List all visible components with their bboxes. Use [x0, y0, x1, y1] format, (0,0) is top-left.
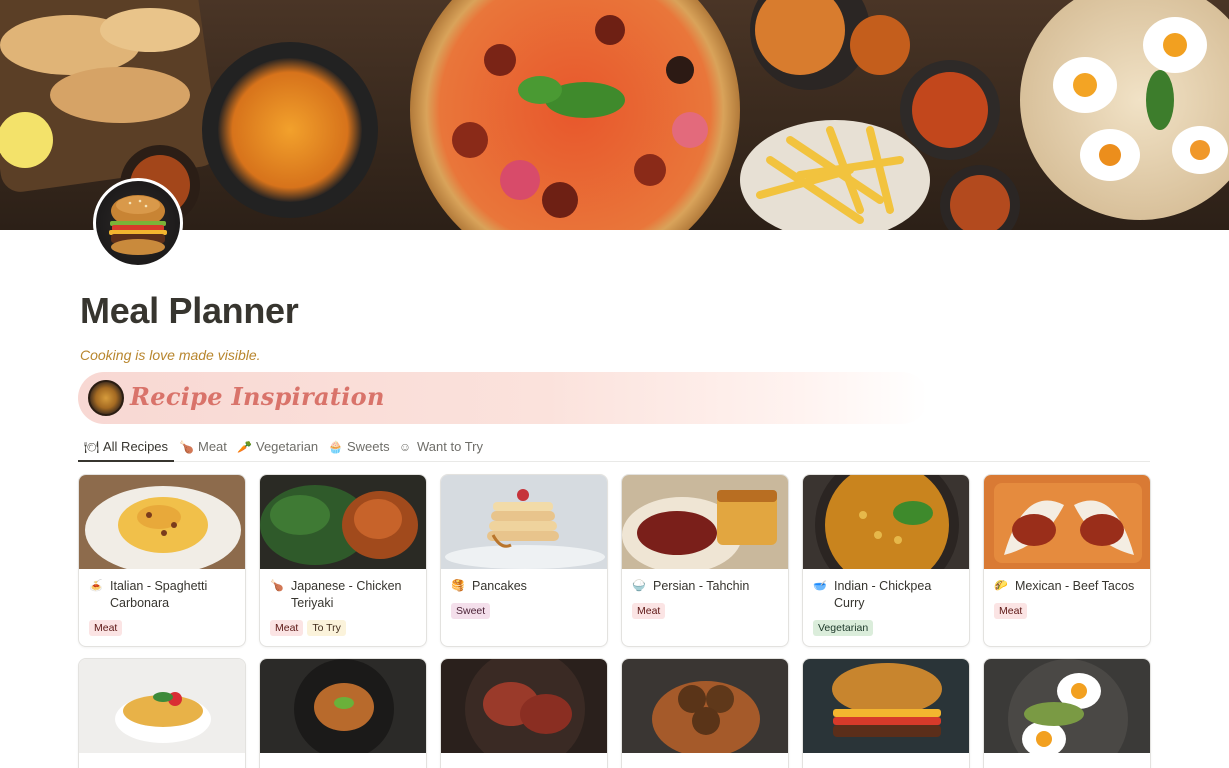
tab-label: Want to Try	[417, 439, 483, 454]
tag-sweet: Sweet	[451, 603, 491, 619]
recipe-emoji-icon: 🥣	[813, 580, 827, 592]
recipe-card[interactable]	[440, 658, 608, 768]
recipe-emoji-icon: 🌮	[994, 580, 1008, 592]
recipe-title: Italian - Spaghetti Carbonara	[110, 579, 208, 610]
recipe-cover-image	[622, 659, 788, 753]
recipe-cover-image	[260, 475, 426, 569]
cover-image	[0, 0, 1229, 230]
tag-vegetarian: Vegetarian	[813, 620, 874, 636]
recipe-card[interactable]: 🍝 Italian - Spaghetti Carbonara Meat	[78, 474, 246, 647]
recipe-cover-image	[622, 475, 788, 569]
tab-label: Sweets	[347, 439, 390, 454]
recipe-card[interactable]: 🥣 Indian - Chickpea Curry Vegetarian	[802, 474, 970, 647]
recipe-title: Persian - Tahchin	[653, 579, 750, 593]
recipe-inspiration-callout: Recipe Inspiration	[78, 372, 928, 424]
cover-banner	[0, 0, 1229, 230]
recipe-cover-image	[79, 659, 245, 753]
recipe-card[interactable]	[78, 658, 246, 768]
tab-all-recipes[interactable]: 🍽 All Recipes	[78, 432, 175, 462]
recipe-cover-image	[984, 475, 1150, 569]
recipe-title: Japanese - Chicken Teriyaki	[291, 579, 402, 610]
tab-want-to-try[interactable]: ☺ Want to Try	[392, 432, 489, 461]
callout-heading: Recipe Inspiration	[130, 382, 385, 411]
food-plate-icon	[88, 380, 124, 416]
cupcake-icon: 🧁	[328, 439, 343, 454]
tab-label: Meat	[198, 439, 227, 454]
smile-icon: ☺	[398, 439, 412, 454]
view-tabs: 🍽 All Recipes 🍗 Meat 🥕 Vegetarian 🧁 Swee…	[78, 432, 1150, 462]
recipe-emoji-icon: 🥞	[451, 580, 465, 592]
recipe-emoji-icon: 🍝	[89, 580, 103, 592]
page-title: Meal Planner	[80, 290, 299, 331]
recipe-emoji-icon: 🍗	[270, 580, 284, 592]
recipe-card[interactable]	[983, 658, 1151, 768]
recipe-title: Indian - Chickpea Curry	[834, 579, 932, 610]
tab-meat[interactable]: 🍗 Meat	[173, 432, 233, 461]
tag-meat: Meat	[632, 603, 666, 619]
recipe-card[interactable]: 🥞 Pancakes Sweet	[440, 474, 608, 647]
recipe-cover-image	[984, 659, 1150, 753]
burger-icon	[109, 195, 167, 255]
carrot-icon: 🥕	[237, 439, 252, 454]
tab-label: All Recipes	[103, 439, 169, 454]
recipe-card[interactable]: 🍚 Persian - Tahchin Meat	[621, 474, 789, 647]
recipe-card[interactable]	[802, 658, 970, 768]
recipe-card[interactable]: 🍗 Japanese - Chicken Teriyaki Meat To Try	[259, 474, 427, 647]
tab-label: Vegetarian	[256, 439, 319, 454]
recipe-cover-image	[803, 659, 969, 753]
recipe-cover-image	[260, 659, 426, 753]
recipe-cover-image	[79, 475, 245, 569]
drumstick-icon: 🍗	[179, 439, 194, 454]
recipe-title: Mexican - Beef Tacos	[1015, 579, 1135, 593]
fork-knife-icon: 🍽	[84, 439, 100, 454]
tag-meat: Meat	[994, 603, 1028, 619]
page-icon-burger[interactable]	[93, 178, 183, 268]
page-quote: Cooking is love made visible.	[80, 347, 261, 363]
recipe-card[interactable]	[621, 658, 789, 768]
recipe-cover-image	[441, 659, 607, 753]
recipe-cover-image	[803, 475, 969, 569]
recipe-cover-image	[441, 475, 607, 569]
recipe-card[interactable]	[259, 658, 427, 768]
recipe-emoji-icon: 🍚	[632, 580, 646, 592]
tab-sweets[interactable]: 🧁 Sweets	[322, 432, 396, 461]
tag-meat: Meat	[89, 620, 123, 636]
tag-meat: Meat	[270, 620, 304, 636]
tab-vegetarian[interactable]: 🥕 Vegetarian	[231, 432, 324, 461]
recipe-card[interactable]: 🌮 Mexican - Beef Tacos Meat	[983, 474, 1151, 647]
tag-to-try: To Try	[307, 620, 346, 636]
recipe-title: Pancakes	[472, 579, 527, 593]
